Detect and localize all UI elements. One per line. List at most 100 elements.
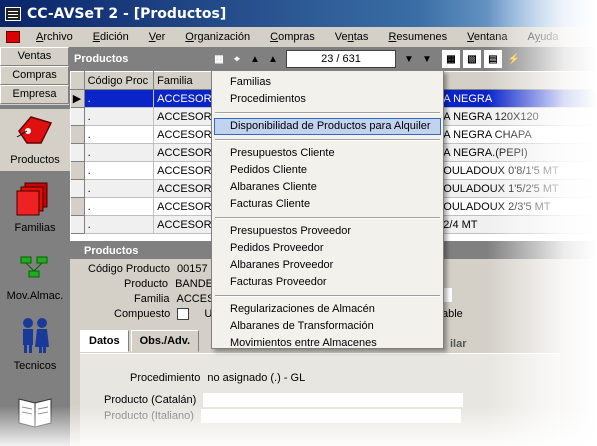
able-label: able — [442, 308, 463, 320]
people-icon — [23, 318, 49, 353]
table-cell[interactable]: . — [84, 197, 155, 216]
row-indicator[interactable] — [70, 215, 85, 234]
menu-ventas[interactable]: Ventas — [325, 31, 379, 43]
column-header-descripcion[interactable] — [439, 71, 597, 90]
row-indicator[interactable] — [70, 143, 85, 162]
folders-icon — [16, 182, 48, 216]
table-cell[interactable]: A NEGRA 120X120 — [439, 107, 597, 126]
tab-obs-adv[interactable]: Obs./Adv. — [130, 330, 200, 352]
table-cell[interactable]: . — [84, 179, 155, 198]
menu-archivo[interactable]: Archivo — [26, 31, 83, 43]
nav-item-mov-almac[interactable]: Mov.Almac. — [0, 245, 70, 307]
row-indicator[interactable] — [70, 107, 85, 126]
menu-edicin[interactable]: Edición — [83, 31, 139, 43]
detail-tabs: Datos Obs./Adv. — [80, 330, 201, 352]
book-icon — [18, 398, 52, 428]
document-icon[interactable] — [6, 31, 20, 43]
menu-ver[interactable]: Ver — [139, 31, 176, 43]
nav-item-label: Mov.Almac. — [6, 290, 64, 302]
report-view-icon[interactable]: ▤ — [484, 50, 502, 68]
table-cell[interactable]: A NEGRA CHAPA — [439, 125, 597, 144]
table-cell[interactable]: . — [84, 125, 155, 144]
italiano-input[interactable] — [200, 409, 461, 423]
menu-organizacin[interactable]: Organización — [175, 31, 260, 43]
codigo-row: Código Producto 00157 — [88, 263, 208, 275]
menu-item-presupuestos-cliente[interactable]: Presupuestos Cliente — [230, 145, 335, 161]
menu-item-procedimientos[interactable]: Procedimientos — [230, 91, 306, 107]
producto-label: Producto — [124, 278, 169, 290]
menu-item-pedidos-cliente[interactable]: Pedidos Cliente — [230, 162, 307, 178]
table-cell[interactable]: OULADOUX 1'5/2'5 MT — [439, 179, 597, 198]
tag-icon — [16, 116, 53, 144]
table-cell[interactable]: . — [84, 161, 155, 180]
row-indicator[interactable] — [70, 179, 85, 198]
menu-item-albaranes-de-transformaci-n[interactable]: Albaranes de Transformación — [230, 318, 374, 334]
grid-view-icon[interactable]: ▦ — [442, 50, 460, 68]
menu-item-presupuestos-proveedor[interactable]: Presupuestos Proveedor — [230, 223, 351, 239]
nav-item-label: Tecnicos — [13, 360, 57, 372]
menu-item-familias[interactable]: Familias — [230, 74, 271, 90]
compuesto-label: Compuesto — [114, 308, 171, 320]
nav-tab-ventas[interactable]: Ventas — [0, 47, 69, 66]
row-indicator[interactable] — [70, 125, 85, 144]
nav-tab-empresa[interactable]: Empresa — [0, 85, 69, 104]
table-cell[interactable]: OULADOUX 2/3'5 MT — [439, 197, 597, 216]
menu-item-movimientos-entre-almacenes[interactable]: Movimientos entre Almacenes — [230, 335, 377, 351]
table-cell[interactable]: 2/4 MT — [439, 215, 597, 234]
codigo-value[interactable]: 00157 — [177, 263, 208, 275]
record-counter[interactable]: 23 / 631 — [286, 50, 396, 68]
pane-title: Productos — [74, 53, 129, 65]
nav-tab-compras[interactable]: Compras — [0, 66, 69, 85]
row-indicator[interactable]: ▶ — [70, 89, 85, 108]
tab-partial[interactable]: ilar — [450, 338, 467, 350]
lightning-icon[interactable]: ⚡ — [505, 50, 523, 68]
menu-item-regularizaciones-de-almac-n[interactable]: Regularizaciones de Almacén — [230, 301, 375, 317]
menu-ventana[interactable]: Ventana — [457, 31, 517, 43]
catalan-input[interactable] — [203, 393, 464, 407]
procedimiento-value[interactable]: no asignado (.) - GL — [207, 372, 305, 384]
menu-compras[interactable]: Compras — [260, 31, 325, 43]
menu-item-albaranes-cliente[interactable]: Albaranes Cliente — [230, 179, 317, 195]
filter-icon[interactable]: ⌖ — [228, 50, 246, 68]
menu-resumenes[interactable]: Resumenes — [378, 31, 457, 43]
menu-item-albaranes-proveedor[interactable]: Albaranes Proveedor — [230, 257, 333, 273]
prev-record-icon[interactable]: ▲ — [264, 50, 282, 68]
table-cell[interactable]: . — [84, 143, 155, 162]
table-cell[interactable]: A NEGRA.(PEPI) — [439, 143, 597, 162]
procedimiento-label: Procedimiento — [130, 372, 201, 384]
menu-separator — [215, 295, 440, 297]
menu-item-facturas-cliente[interactable]: Facturas Cliente — [230, 196, 310, 212]
table-cell[interactable]: A NEGRA — [439, 89, 597, 108]
nav-item-book[interactable] — [0, 383, 70, 443]
nav-item-productos[interactable]: Productos — [0, 109, 70, 171]
next-record-icon[interactable]: ▼ — [400, 50, 418, 68]
compuesto-checkbox[interactable] — [177, 308, 190, 321]
table-cell[interactable]: . — [84, 215, 155, 234]
catalan-label: Producto (Catalán) — [104, 393, 197, 406]
producto-row: Producto BANDER — [124, 278, 221, 290]
menu-separator — [215, 217, 440, 219]
app-icon[interactable] — [5, 6, 21, 21]
familia-row: Familia ACCESO — [134, 293, 223, 305]
menu-separator — [215, 112, 440, 114]
menu-ayuda[interactable]: Ayuda — [518, 31, 569, 43]
menu-item-facturas-proveedor[interactable]: Facturas Proveedor — [230, 274, 327, 290]
row-indicator[interactable] — [70, 197, 85, 216]
nav-item-familias[interactable]: Familias — [0, 177, 70, 239]
menu-item-pedidos-proveedor[interactable]: Pedidos Proveedor — [230, 240, 324, 256]
first-record-icon[interactable]: ▲ — [246, 50, 264, 68]
related-data-menu: Familias Procedimientos Disponibilidad de … — [211, 70, 444, 349]
column-header-codigo[interactable]: Código Proc — [83, 71, 155, 90]
table-cell[interactable]: OULADOUX 0'8/1'5 MT — [439, 161, 597, 180]
menu-item-disponibilidad-de-productos-para-alquiler[interactable]: Disponibilidad de Productos para Alquile… — [230, 118, 431, 134]
tree-view-icon[interactable]: ▦ — [210, 50, 228, 68]
table-cell[interactable]: . — [84, 89, 155, 108]
table-cell[interactable]: . — [84, 107, 155, 126]
nav-item-tecnicos[interactable]: Tecnicos — [0, 313, 70, 375]
tab-datos[interactable]: Datos — [80, 330, 129, 352]
form-view-icon[interactable]: ▧ — [463, 50, 481, 68]
row-indicator[interactable] — [70, 161, 85, 180]
italiano-row: Producto (Italiano) — [104, 409, 461, 423]
last-record-icon[interactable]: ▼ — [418, 50, 436, 68]
compuesto-row: Compuesto Us — [114, 308, 218, 321]
